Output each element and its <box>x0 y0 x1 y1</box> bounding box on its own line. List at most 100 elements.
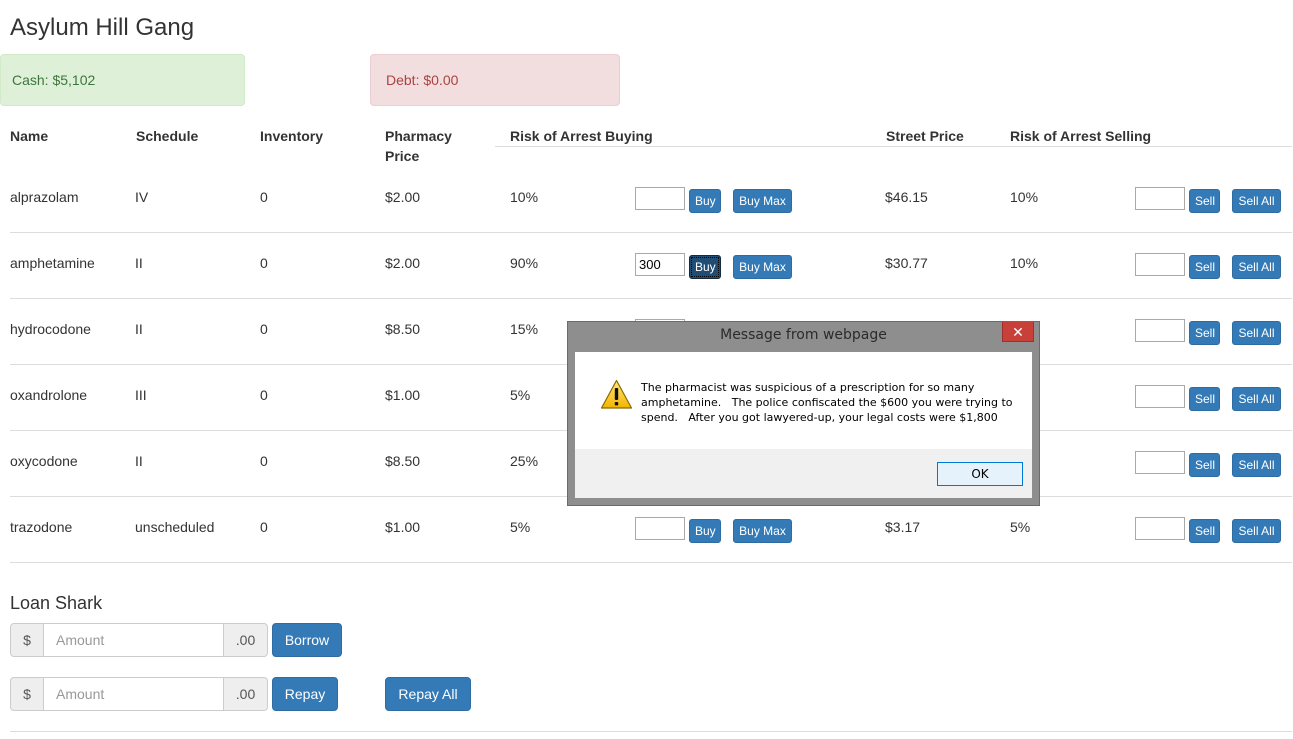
bottom-divider <box>10 731 1292 732</box>
header-schedule: Schedule <box>136 128 199 144</box>
cell-schedule: III <box>135 387 147 403</box>
dialog-message-line: spend. After you got lawyered-up, your l… <box>641 411 998 424</box>
cell-pharmacy-price: $8.50 <box>385 321 421 337</box>
cell-schedule: IV <box>135 189 149 205</box>
cell-pharmacy-price: $1.00 <box>385 519 421 535</box>
sell-quantity-input[interactable] <box>1135 253 1185 276</box>
repay-currency-addon: $ <box>10 677 44 711</box>
repay-all-button[interactable]: Repay All <box>385 677 471 711</box>
cell-pharmacy-price: $1.00 <box>385 387 421 403</box>
buy-quantity-input[interactable] <box>635 253 685 276</box>
sell-button[interactable]: Sell <box>1189 519 1220 543</box>
cell-risk-sell: 5% <box>1010 519 1031 535</box>
sell-quantity-input[interactable] <box>1135 451 1185 474</box>
dialog-message-line: amphetamine. The police confiscated the … <box>641 396 1013 409</box>
header-inventory: Inventory <box>260 128 324 144</box>
sell-quantity-input[interactable] <box>1135 319 1185 342</box>
cell-name: amphetamine <box>10 255 95 271</box>
buy-quantity-input[interactable] <box>635 187 685 210</box>
cell-risk-buy: 10% <box>510 189 539 205</box>
repay-amount-input[interactable] <box>43 677 224 711</box>
sell-button[interactable]: Sell <box>1189 387 1220 411</box>
sell-all-button[interactable]: Sell All <box>1232 387 1281 411</box>
buy-button[interactable]: Buy <box>689 519 721 543</box>
borrow-button[interactable]: Borrow <box>272 623 342 657</box>
borrow-cents-addon: .00 <box>223 623 268 657</box>
cell-schedule: II <box>135 321 143 337</box>
header-pharmacy-price: Pharmacy Price <box>385 126 452 166</box>
buy-quantity-input[interactable] <box>635 517 685 540</box>
dialog-message: The pharmacist was suspicious of a presc… <box>641 380 1021 425</box>
cell-inventory: 0 <box>260 255 268 271</box>
cell-inventory: 0 <box>260 387 268 403</box>
header-divider <box>495 146 1292 147</box>
sell-button[interactable]: Sell <box>1189 189 1220 213</box>
cash-alert: Cash: $5,102 <box>0 54 245 106</box>
row-divider <box>10 562 1292 563</box>
page-title: Asylum Hill Gang <box>10 14 195 41</box>
cell-risk-buy: 5% <box>510 387 531 403</box>
borrow-amount-input[interactable] <box>43 623 224 657</box>
repay-button[interactable]: Repay <box>272 677 338 711</box>
cell-risk-sell: 10% <box>1010 189 1039 205</box>
repay-cents-addon: .00 <box>223 677 268 711</box>
cell-schedule: II <box>135 255 143 271</box>
debt-alert: Debt: $0.00 <box>370 54 620 106</box>
cell-name: oxycodone <box>10 453 78 469</box>
cell-schedule: II <box>135 453 143 469</box>
sell-all-button[interactable]: Sell All <box>1232 453 1281 477</box>
cell-inventory: 0 <box>260 321 268 337</box>
header-name: Name <box>10 128 49 144</box>
cell-risk-buy: 15% <box>510 321 539 337</box>
dialog-message-line: The pharmacist was suspicious of a presc… <box>641 381 975 394</box>
cell-name: oxandrolone <box>10 387 88 403</box>
loan-shark-heading: Loan Shark <box>10 593 103 613</box>
message-dialog: Message from webpage ✕ The pharmacist wa… <box>567 321 1040 506</box>
cell-inventory: 0 <box>260 189 268 205</box>
cell-inventory: 0 <box>260 519 268 535</box>
dialog-title: Message from webpage <box>720 327 887 343</box>
cell-name: alprazolam <box>10 189 79 205</box>
warning-icon <box>600 379 633 409</box>
row-divider <box>10 298 1292 299</box>
header-street-price: Street Price <box>886 128 964 144</box>
buy-button[interactable]: Buy <box>689 189 721 213</box>
buy-max-button[interactable]: Buy Max <box>733 519 792 543</box>
dialog-ok-button[interactable]: OK <box>937 462 1023 486</box>
header-risk-selling: Risk of Arrest Selling <box>1010 128 1152 144</box>
dialog-footer: OK <box>575 449 1032 498</box>
cell-street-price: $30.77 <box>885 255 928 271</box>
cell-pharmacy-price: $2.00 <box>385 189 421 205</box>
sell-quantity-input[interactable] <box>1135 517 1185 540</box>
cell-pharmacy-price: $8.50 <box>385 453 421 469</box>
sell-all-button[interactable]: Sell All <box>1232 321 1281 345</box>
dialog-body: The pharmacist was suspicious of a presc… <box>575 352 1032 449</box>
cell-risk-sell: 10% <box>1010 255 1039 271</box>
sell-all-button[interactable]: Sell All <box>1232 519 1281 543</box>
cell-street-price: $46.15 <box>885 189 928 205</box>
sell-button[interactable]: Sell <box>1189 453 1220 477</box>
cell-inventory: 0 <box>260 453 268 469</box>
cell-street-price: $3.17 <box>885 519 921 535</box>
header-pharmacy-price-line2: Price <box>385 148 420 164</box>
cell-pharmacy-price: $2.00 <box>385 255 421 271</box>
dialog-close-button[interactable]: ✕ <box>1002 322 1034 342</box>
cell-risk-buy: 5% <box>510 519 531 535</box>
buy-button[interactable]: Buy <box>689 255 721 279</box>
borrow-currency-addon: $ <box>10 623 44 657</box>
sell-button[interactable]: Sell <box>1189 255 1220 279</box>
sell-quantity-input[interactable] <box>1135 187 1185 210</box>
sell-button[interactable]: Sell <box>1189 321 1220 345</box>
sell-quantity-input[interactable] <box>1135 385 1185 408</box>
cell-name: trazodone <box>10 519 73 535</box>
header-risk-buying: Risk of Arrest Buying <box>510 128 653 144</box>
cell-schedule: unscheduled <box>135 519 215 535</box>
sell-all-button[interactable]: Sell All <box>1232 255 1281 279</box>
header-pharmacy-price-line1: Pharmacy <box>385 128 452 144</box>
cell-name: hydrocodone <box>10 321 91 337</box>
buy-max-button[interactable]: Buy Max <box>733 255 792 279</box>
buy-max-button[interactable]: Buy Max <box>733 189 792 213</box>
sell-all-button[interactable]: Sell All <box>1232 189 1281 213</box>
cell-risk-buy: 25% <box>510 453 539 469</box>
row-divider <box>10 232 1292 233</box>
